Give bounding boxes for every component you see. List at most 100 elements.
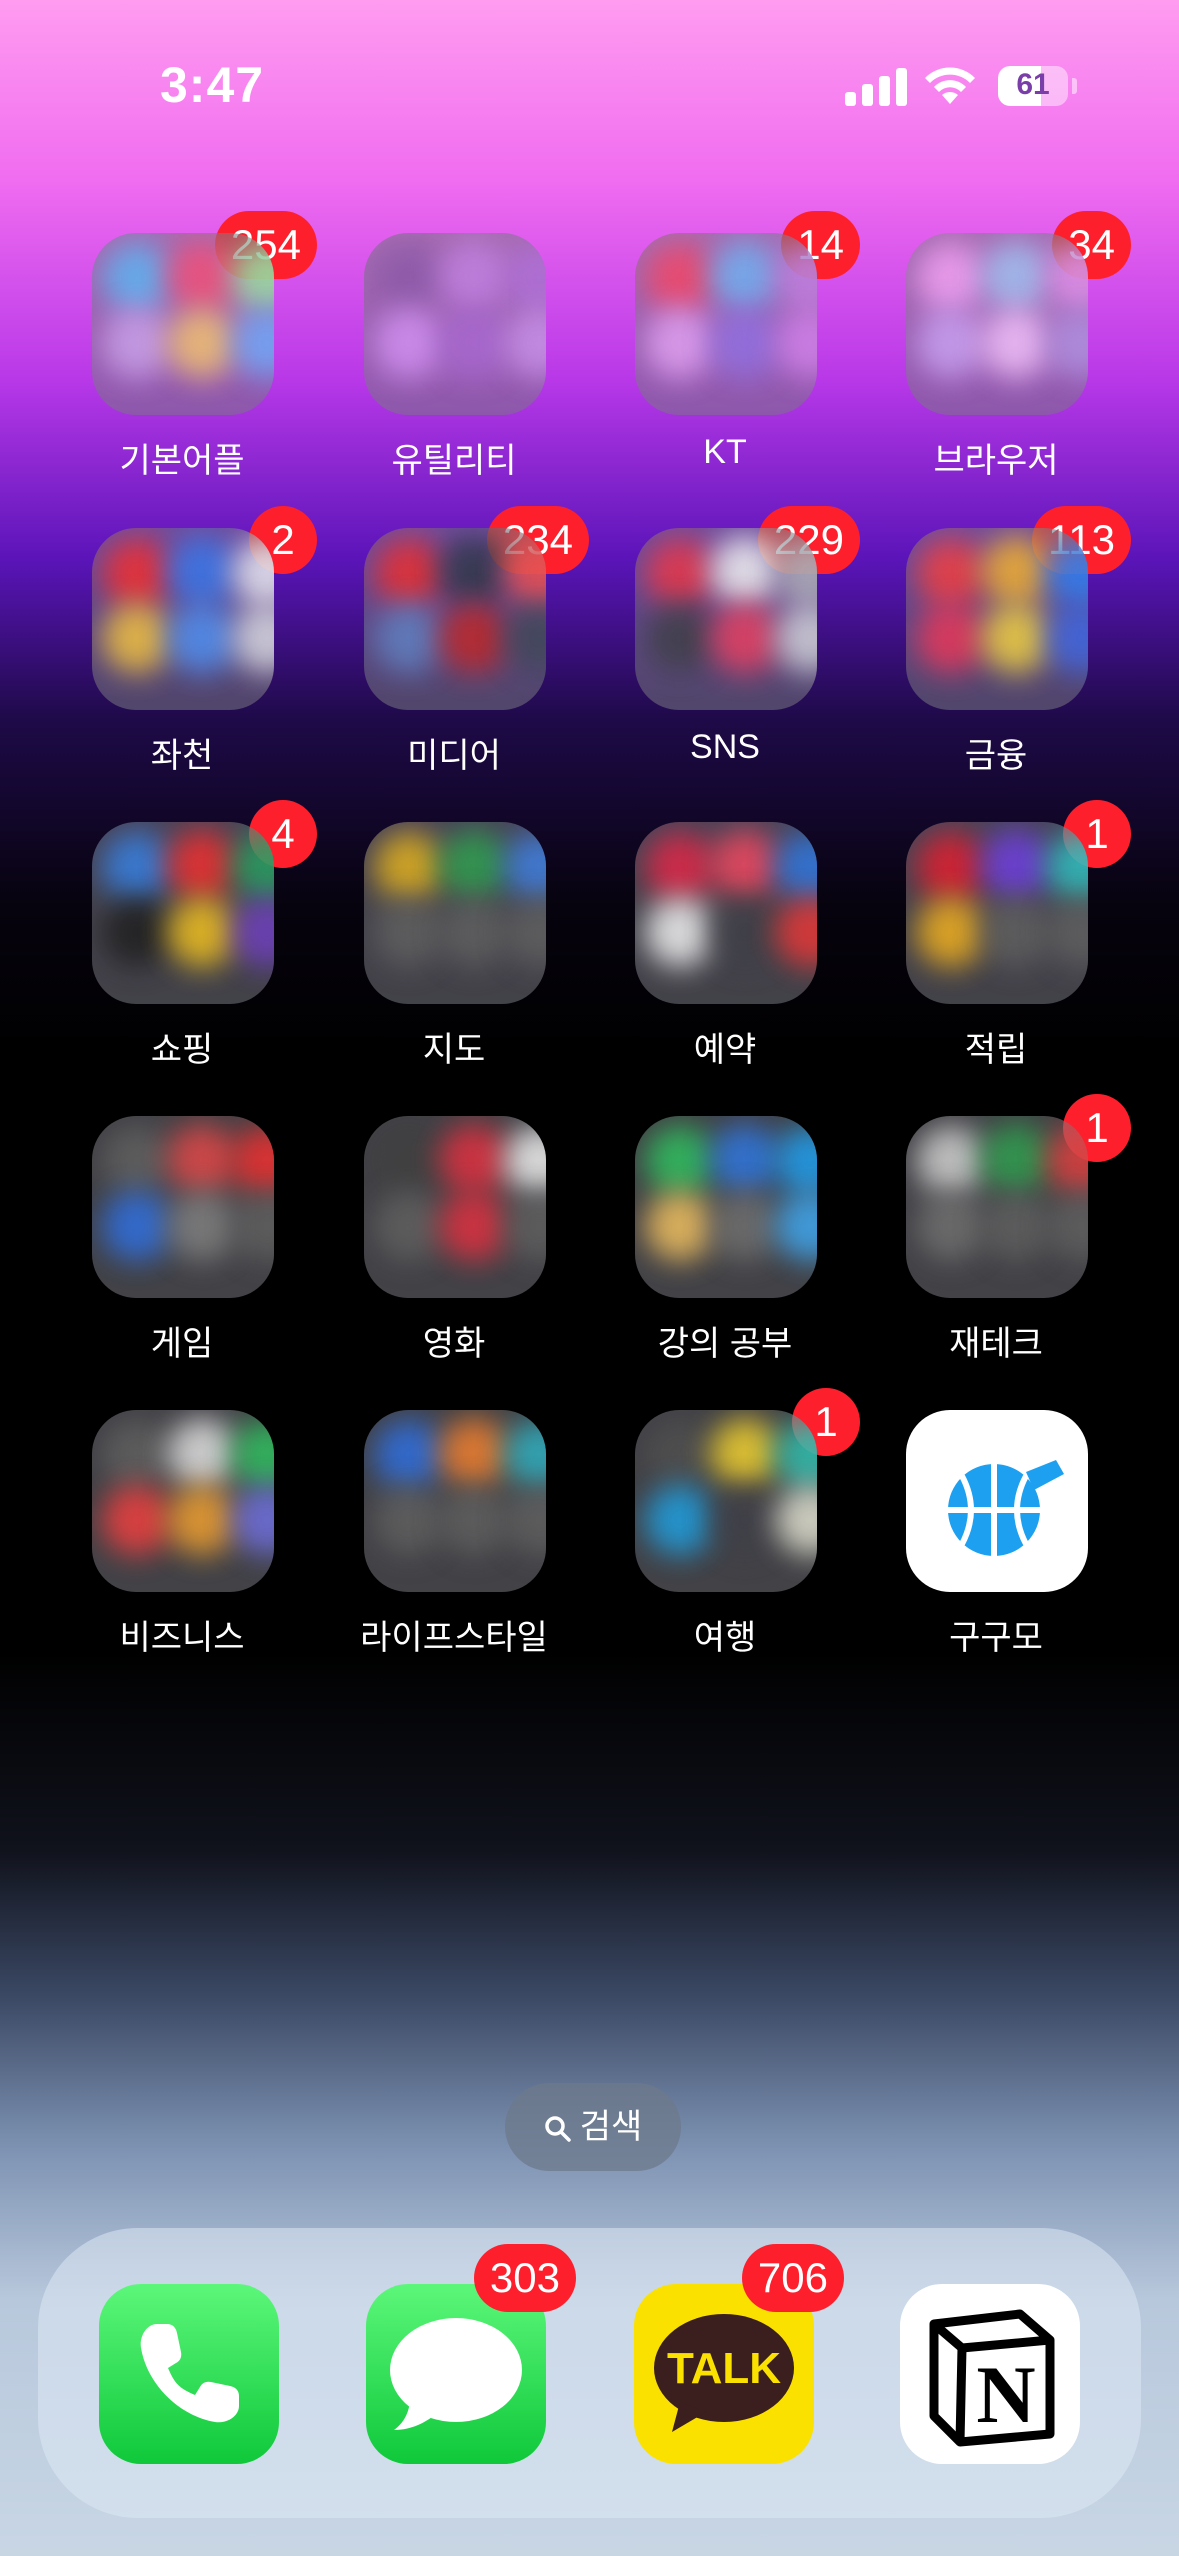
notion-icon: N [900,2284,1080,2464]
folder-app-preview [916,243,986,313]
folder-app-preview [439,1191,509,1261]
folder-icon [92,528,274,710]
app-folder[interactable]: 1 여행 [590,1388,860,1670]
folder-app-preview [916,603,986,673]
folder-icon [364,233,546,415]
folder-app-preview [916,832,986,902]
search-icon [544,2116,571,2142]
folder-app-preview [710,830,780,900]
dock-app-phone[interactable] [99,2284,279,2464]
folder-app-preview [981,1124,1051,1194]
app-label: 적립 [964,1031,1028,1069]
app-icon[interactable]: 구구모 [861,1410,1131,1670]
app-label: 여행 [693,1619,757,1657]
app-folder[interactable]: 영화 [319,1116,589,1376]
folder-app-preview [102,832,172,902]
folder-app-preview [981,308,1051,378]
app-folder[interactable]: 1 재테크 [861,1094,1131,1376]
app-label: 지도 [422,1031,486,1069]
app-folder[interactable]: 14 KT [590,211,860,493]
folder-app-preview [710,1418,780,1488]
folder-app-preview [167,830,237,900]
app-folder[interactable]: 254기본어플 [47,211,317,493]
folder-app-preview [102,243,172,313]
dock-app-kakaotalk[interactable]: TALK 706 [634,2244,844,2464]
dock-app-notion[interactable]: N [900,2284,1080,2464]
folder-app-preview [916,308,986,378]
app-folder[interactable]: 라이프스타일 [319,1410,589,1670]
folder-icon [906,1116,1088,1298]
folder-icon [635,1410,817,1592]
folder-app-preview [167,1418,237,1488]
app-folder[interactable]: 지도 [319,822,589,1082]
dock: 303 TALK 706 N [38,2228,1141,2518]
app-label: 재테크 [949,1325,1043,1363]
folder-app-preview [374,1485,444,1555]
folder-app-preview [710,1191,780,1261]
folder-icon [92,1410,274,1592]
folder-icon [906,233,1088,415]
folder-app-preview [102,538,172,608]
status-time: 3:47 [160,57,265,113]
folder-app-preview [374,1126,444,1196]
folder-app-preview [710,536,780,606]
app-folder[interactable]: 4 쇼핑 [47,800,317,1082]
app-folder[interactable]: 234미디어 [319,506,589,788]
folder-app-preview [981,1191,1051,1261]
app-label: 라이프스타일 [360,1619,548,1657]
folder-app-preview [645,308,715,378]
folder-app-preview [645,1420,715,1490]
folder-app-preview [102,1485,172,1555]
folder-app-preview [710,897,780,967]
folder-icon [364,822,546,1004]
folder-app-preview [710,241,780,311]
app-label: SNS [690,728,760,766]
folder-app-preview [167,1124,237,1194]
folder-icon [906,528,1088,710]
folder-app-preview [167,1191,237,1261]
folder-app-preview [645,243,715,313]
app-folder[interactable]: 34 브라우저 [861,211,1131,493]
app-folder[interactable]: 2 좌천 [47,506,317,788]
folder-app-preview [167,1485,237,1555]
folder-app-preview [645,832,715,902]
app-folder[interactable]: 113금융 [861,506,1131,788]
folder-app-preview [645,1191,715,1261]
folder-app-preview [439,1418,509,1488]
folder-icon [635,1116,817,1298]
app-folder[interactable]: 1 적립 [861,800,1131,1082]
app-label: 게임 [150,1325,214,1363]
folder-app-preview [102,603,172,673]
folder-app-preview [981,241,1051,311]
folder-icon [92,1116,274,1298]
folder-app-preview [981,897,1051,967]
cellular-signal-icon [845,66,907,106]
folder-app-preview [102,897,172,967]
folder-app-preview [710,1485,780,1555]
app-folder[interactable]: 229SNS [590,506,860,788]
folder-app-preview [102,1126,172,1196]
search-button[interactable]: 검색 [505,2083,681,2171]
app-folder[interactable]: 유틸리티 [319,233,589,493]
dock-app-messages[interactable]: 303 [366,2244,576,2464]
app-folder[interactable]: 강의 공부 [590,1116,860,1376]
folder-app-preview [374,243,444,313]
folder-app-preview [167,536,237,606]
basketball-whistle-icon [906,1410,1088,1592]
folder-icon [635,822,817,1004]
folder-app-preview [102,1191,172,1261]
app-folder[interactable]: 게임 [47,1116,317,1376]
folder-app-preview [645,1485,715,1555]
app-label: 비즈니스 [119,1619,245,1657]
app-label: KT [703,433,747,471]
battery-tip [1072,78,1077,94]
folder-app-preview [645,1126,715,1196]
folder-app-preview [916,538,986,608]
folder-app-preview [102,1420,172,1490]
app-folder[interactable]: 예약 [590,822,860,1082]
folder-app-preview [439,241,509,311]
battery-level: 61 [1016,68,1050,101]
folder-icon [364,1410,546,1592]
app-label: 구구모 [949,1619,1043,1657]
app-folder[interactable]: 비즈니스 [47,1410,317,1670]
